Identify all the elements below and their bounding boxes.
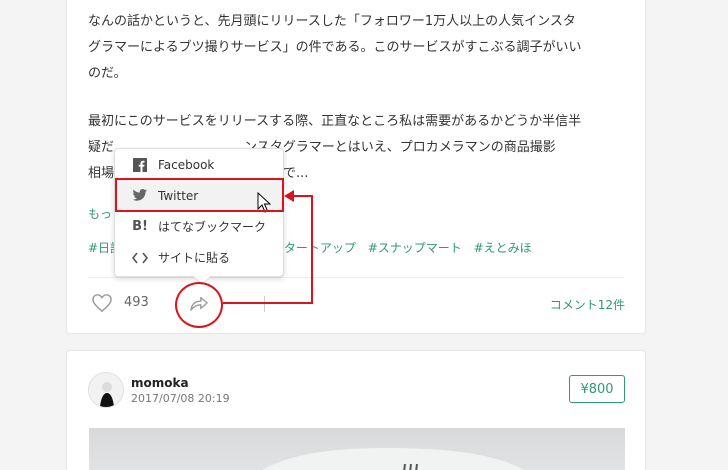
post-image[interactable] bbox=[89, 428, 625, 470]
highlight-circle bbox=[175, 282, 223, 328]
post-paragraph-1: なんの話かというと、先月頭にリリースした「フォロワー1万人以上の人気インスタ グ… bbox=[88, 14, 582, 81]
post-date: 2017/07/08 20:19 bbox=[131, 392, 230, 405]
like-count: 493 bbox=[124, 295, 149, 310]
embed-code-icon bbox=[131, 252, 149, 264]
annotation-arrowhead-icon bbox=[284, 190, 294, 202]
facebook-icon bbox=[131, 157, 149, 172]
price-button[interactable]: ¥800 bbox=[569, 375, 625, 403]
annotation-line bbox=[292, 195, 313, 197]
share-hatena-item[interactable]: B! はてなブックマーク bbox=[115, 211, 283, 242]
tag-item[interactable]: #えとみほ bbox=[474, 241, 532, 255]
author-name[interactable]: momoka bbox=[131, 376, 189, 390]
divider bbox=[264, 296, 265, 312]
tag-item[interactable]: #スナップマート bbox=[368, 241, 462, 255]
comments-link[interactable]: コメント12件 bbox=[550, 296, 625, 313]
tag-item[interactable]: スタートアップ bbox=[272, 241, 356, 255]
annotation-line bbox=[223, 302, 313, 304]
share-item-label: Facebook bbox=[158, 157, 215, 172]
share-embed-item[interactable]: サイトに貼る bbox=[115, 242, 283, 273]
hatena-bookmark-icon: B! bbox=[132, 219, 148, 234]
divider bbox=[88, 277, 624, 278]
share-item-label: サイトに貼る bbox=[158, 251, 231, 265]
highlight-box bbox=[115, 178, 284, 212]
avatar[interactable] bbox=[88, 372, 124, 408]
next-post-card: momoka 2017/07/08 20:19 ¥800 bbox=[66, 350, 646, 470]
share-facebook-item[interactable]: Facebook bbox=[115, 149, 283, 180]
heart-icon[interactable] bbox=[91, 293, 113, 313]
share-item-label: はてなブックマーク bbox=[158, 220, 267, 234]
annotation-line bbox=[311, 195, 313, 304]
